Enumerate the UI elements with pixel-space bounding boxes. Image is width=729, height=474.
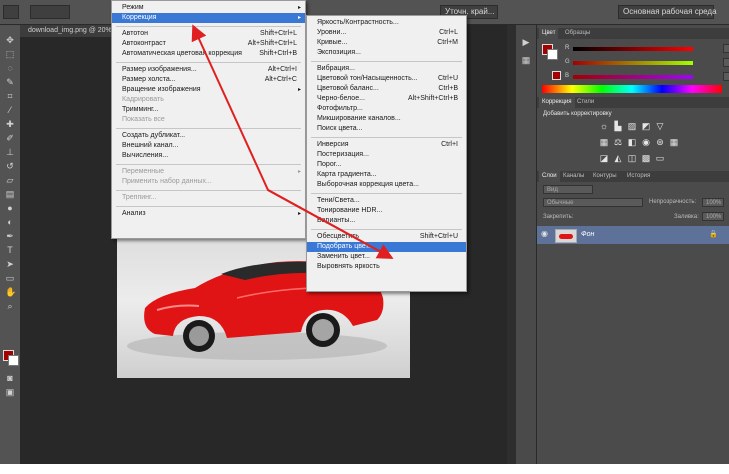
arrow-to-match-color — [267, 189, 394, 259]
annotation-arrows — [191, 24, 394, 259]
photoshop-window: Уточн. край... Основная рабочая среда ✥ … — [0, 0, 729, 464]
arrow-to-adjustments — [191, 24, 393, 259]
